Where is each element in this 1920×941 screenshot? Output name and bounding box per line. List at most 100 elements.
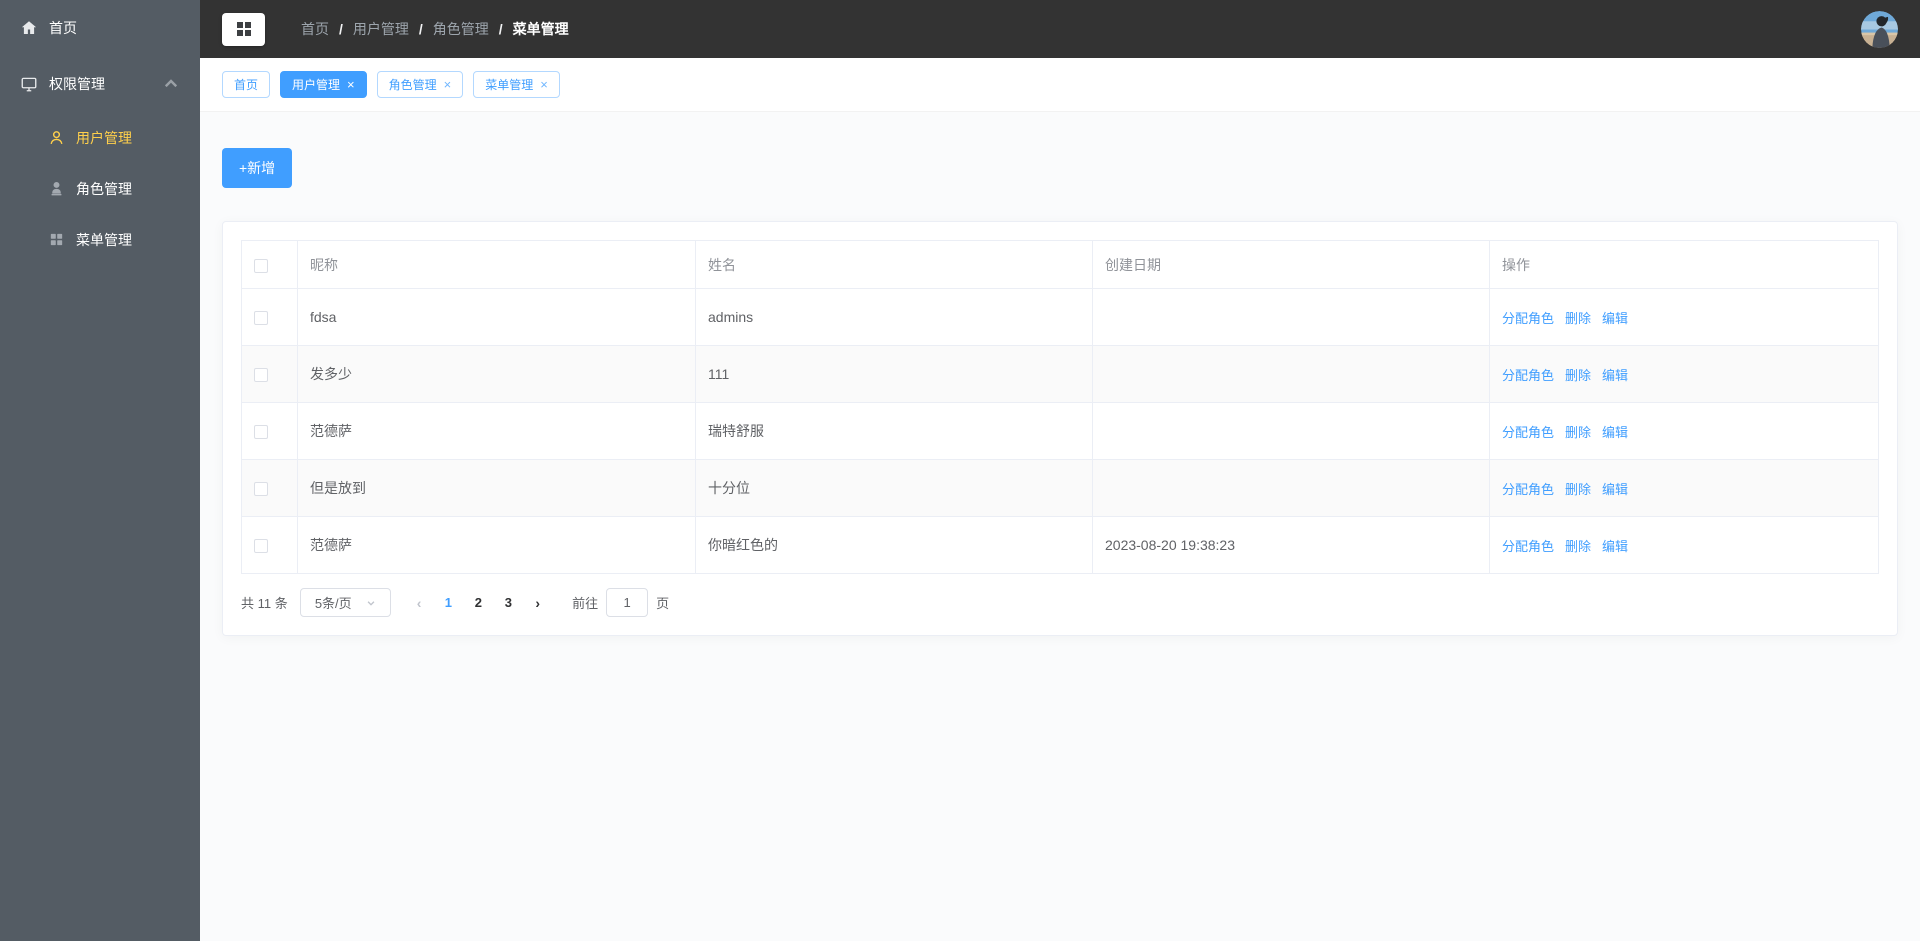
- assign-role-link[interactable]: 分配角色: [1502, 425, 1554, 440]
- column-header-created: 创建日期: [1092, 240, 1490, 289]
- delete-link[interactable]: 删除: [1565, 311, 1591, 326]
- row-checkbox[interactable]: [254, 368, 268, 383]
- table-row: 但是放到 十分位 分配角色 删除 编辑: [241, 459, 1879, 517]
- tab-roles[interactable]: 角色管理 ×: [376, 71, 464, 98]
- page-number-2[interactable]: 2: [463, 595, 493, 610]
- cell-created: [1092, 459, 1490, 517]
- cell-ops: 分配角色 删除 编辑: [1489, 345, 1879, 403]
- edit-link[interactable]: 编辑: [1602, 539, 1628, 554]
- chevron-up-icon: [164, 79, 178, 88]
- breadcrumb: 首页 / 用户管理 / 角色管理 / 菜单管理: [301, 19, 569, 39]
- row-checkbox[interactable]: [254, 425, 268, 440]
- table-row: 发多少 111 分配角色 删除 编辑: [241, 345, 1879, 403]
- delete-link[interactable]: 删除: [1565, 368, 1591, 383]
- assign-role-link[interactable]: 分配角色: [1502, 311, 1554, 326]
- cell-ops: 分配角色 删除 编辑: [1489, 459, 1879, 517]
- breadcrumb-separator: /: [418, 21, 423, 37]
- goto-page: 前往 页: [572, 588, 669, 617]
- role-icon: [51, 181, 62, 196]
- avatar[interactable]: [1861, 10, 1898, 48]
- cell-ops: 分配角色 删除 编辑: [1489, 516, 1879, 574]
- assign-role-link[interactable]: 分配角色: [1502, 368, 1554, 383]
- column-header-ops: 操作: [1489, 240, 1879, 289]
- tab-label: 首页: [234, 78, 259, 92]
- sidebar-item-roles[interactable]: 角色管理: [0, 163, 200, 214]
- sidebar-item-home[interactable]: 首页: [0, 0, 200, 56]
- assign-role-link[interactable]: 分配角色: [1502, 482, 1554, 497]
- delete-link[interactable]: 删除: [1565, 482, 1591, 497]
- page-number-1[interactable]: 1: [433, 595, 463, 610]
- menu-grid-icon: [50, 233, 63, 246]
- user-icon: [50, 131, 63, 145]
- cell-name: 瑞特舒服: [695, 402, 1093, 460]
- add-button[interactable]: +新增: [222, 148, 293, 188]
- edit-link[interactable]: 编辑: [1602, 482, 1628, 497]
- row-checkbox[interactable]: [254, 311, 268, 326]
- edit-link[interactable]: 编辑: [1602, 425, 1628, 440]
- users-table: 昵称 姓名 创建日期 操作 fdsa admins 分配角色 删除 编辑 发多少…: [241, 240, 1879, 574]
- cell-nickname: 范德萨: [297, 516, 696, 574]
- breadcrumb-separator: /: [339, 21, 343, 37]
- close-icon[interactable]: ×: [444, 78, 452, 91]
- sidebar-group-permissions[interactable]: 权限管理: [0, 56, 200, 112]
- home-icon: [21, 21, 37, 34]
- top-header: 首页 / 用户管理 / 角色管理 / 菜单管理: [200, 0, 1920, 58]
- breadcrumb-item[interactable]: 角色管理: [433, 19, 489, 39]
- edit-link[interactable]: 编辑: [1602, 311, 1628, 326]
- prev-page-icon[interactable]: ‹: [405, 595, 434, 611]
- goto-page-input[interactable]: [606, 588, 649, 617]
- cell-name: 你暗红色的: [695, 516, 1093, 574]
- table-header-row: 昵称 姓名 创建日期 操作: [241, 240, 1879, 289]
- row-checkbox[interactable]: [254, 539, 268, 554]
- cell-nickname: 但是放到: [297, 459, 696, 517]
- main-area: 首页 / 用户管理 / 角色管理 / 菜单管理 首页 用户管理 × 角色管理 ×…: [200, 0, 1920, 941]
- edit-link[interactable]: 编辑: [1602, 368, 1628, 383]
- cell-created: [1092, 288, 1490, 346]
- select-all-checkbox[interactable]: [254, 258, 268, 273]
- breadcrumb-item[interactable]: 首页: [301, 19, 329, 39]
- chevron-down-icon: [367, 600, 375, 606]
- sidebar-item-users[interactable]: 用户管理: [0, 112, 200, 163]
- content-area: +新增 昵称 姓名 创建日期 操作 fdsa admins 分配角色 删除 编辑…: [200, 112, 1920, 941]
- close-icon[interactable]: ×: [347, 78, 355, 91]
- tab-users[interactable]: 用户管理 ×: [280, 71, 367, 98]
- cell-ops: 分配角色 删除 编辑: [1489, 402, 1879, 460]
- goto-label: 前往: [572, 596, 599, 611]
- pagination-total: 共 11 条: [241, 596, 288, 611]
- sidebar-toggle-button[interactable]: [222, 12, 265, 46]
- delete-link[interactable]: 删除: [1565, 425, 1591, 440]
- delete-link[interactable]: 删除: [1565, 539, 1591, 554]
- next-page-icon[interactable]: ›: [523, 595, 552, 611]
- breadcrumb-item[interactable]: 用户管理: [353, 19, 409, 39]
- pager: ‹ 1 2 3 ›: [405, 595, 552, 611]
- table-card: 昵称 姓名 创建日期 操作 fdsa admins 分配角色 删除 编辑 发多少…: [222, 221, 1898, 636]
- breadcrumb-separator: /: [498, 21, 503, 37]
- sidebar-item-label: 首页: [49, 20, 77, 36]
- tab-label: 角色管理: [388, 78, 437, 92]
- pagination: 共 11 条 5条/页 ‹ 1 2 3 › 前往 页: [241, 588, 1879, 617]
- assign-role-link[interactable]: 分配角色: [1502, 539, 1554, 554]
- tab-label: 用户管理: [292, 78, 341, 92]
- cell-nickname: fdsa: [297, 288, 696, 346]
- cell-name: admins: [695, 288, 1093, 346]
- sidebar-group-label: 权限管理: [49, 76, 105, 92]
- page-size-select[interactable]: 5条/页: [299, 588, 391, 617]
- tab-label: 菜单管理: [485, 78, 534, 92]
- sidebar-item-label: 角色管理: [76, 180, 132, 197]
- close-icon[interactable]: ×: [540, 78, 548, 91]
- avatar-image: [1861, 10, 1898, 48]
- goto-suffix: 页: [656, 596, 670, 611]
- page-number-3[interactable]: 3: [493, 595, 523, 610]
- cell-created: 2023-08-20 19:38:23: [1092, 516, 1490, 574]
- tab-bar: 首页 用户管理 × 角色管理 × 菜单管理 ×: [200, 58, 1920, 112]
- tab-home[interactable]: 首页: [222, 71, 271, 98]
- sidebar-item-label: 用户管理: [76, 129, 132, 146]
- grid-toggle-icon: [236, 22, 251, 36]
- cell-created: [1092, 345, 1490, 403]
- sidebar-item-menus[interactable]: 菜单管理: [0, 214, 200, 265]
- sidebar-item-label: 菜单管理: [76, 231, 132, 248]
- cell-name: 十分位: [695, 459, 1093, 517]
- row-checkbox[interactable]: [254, 482, 268, 497]
- breadcrumb-item-current: 菜单管理: [512, 21, 569, 37]
- tab-menus[interactable]: 菜单管理 ×: [473, 71, 560, 98]
